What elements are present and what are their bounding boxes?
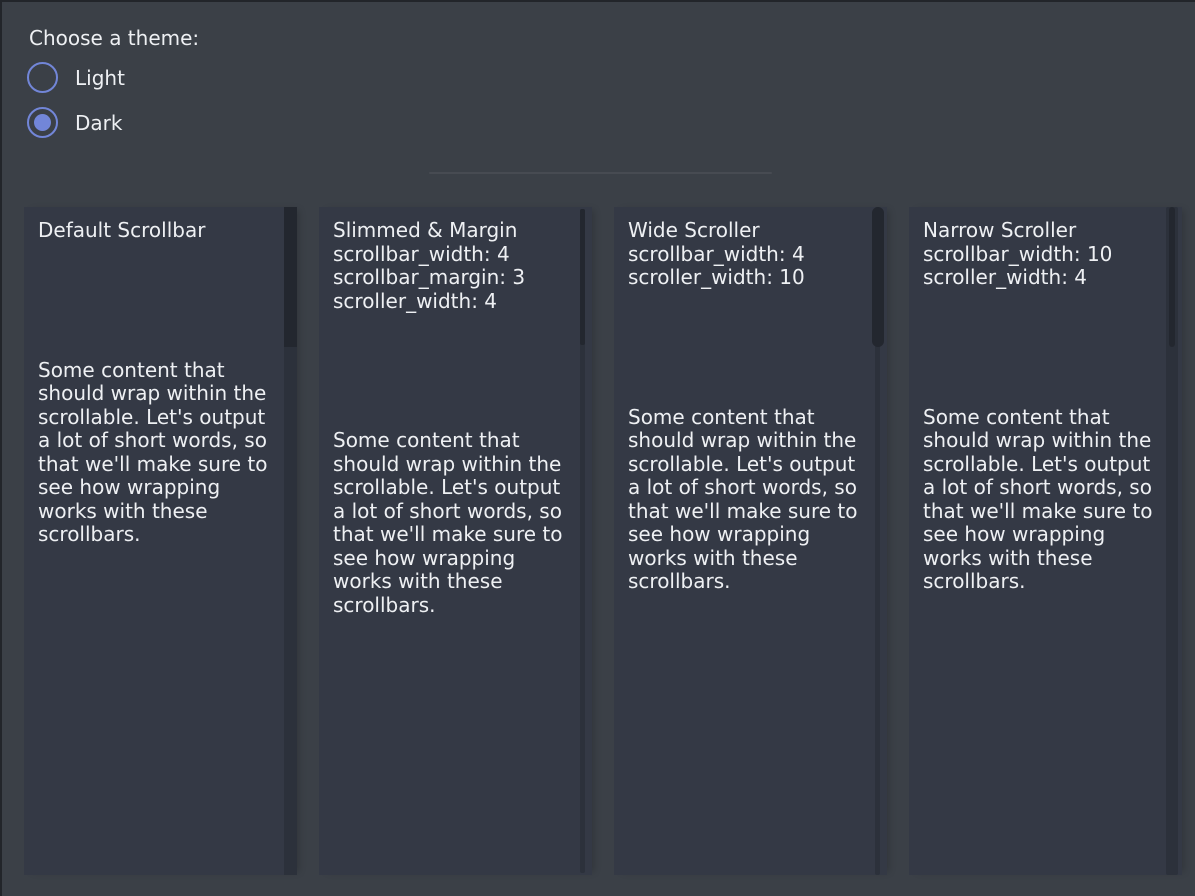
text-line: Some content that	[333, 429, 570, 453]
text-line: that we'll make sure to	[628, 500, 865, 524]
text-line: scrollable. Let's output	[333, 476, 570, 500]
text-line: scrollbar_width: 10	[923, 243, 1160, 267]
text-line: works with these	[628, 547, 865, 571]
text-line: Some content that	[628, 406, 865, 430]
panel-title: Slimmed & Margin	[333, 219, 570, 243]
text-line: see how wrapping	[333, 547, 570, 571]
text-line: that we'll make sure to	[38, 453, 275, 477]
text-line: scrollbar_width: 4	[333, 243, 570, 267]
text-line: a lot of short words, so	[38, 429, 275, 453]
text-line: works with these	[333, 570, 570, 594]
text-line: scroller_width: 10	[628, 266, 865, 290]
panel-content: Some content thatshould wrap within thes…	[923, 406, 1160, 594]
text-line: see how wrapping	[38, 476, 275, 500]
panel-content: Some content thatshould wrap within thes…	[38, 359, 275, 547]
radio-option-light[interactable]: Light	[27, 62, 125, 93]
scrollbar-thumb[interactable]	[872, 207, 884, 347]
text-line: works with these	[38, 500, 275, 524]
text-line: scrollbar_width: 4	[628, 243, 865, 267]
panel-title: Wide Scroller	[628, 219, 865, 243]
panel-title: Default Scrollbar	[38, 219, 275, 243]
text-line: should wrap within the	[38, 382, 275, 406]
panel-content: Some content thatshould wrap within thes…	[333, 429, 570, 617]
text-line: scrollable. Let's output	[628, 453, 865, 477]
radio-light-icon[interactable]	[27, 62, 58, 93]
scrollbar-thumb[interactable]	[1169, 207, 1175, 347]
text-line: scroller_width: 4	[333, 290, 570, 314]
panel-slimmed-margin[interactable]: Slimmed & Margin scrollbar_width: 4scrol…	[319, 207, 592, 875]
text-line: scrollable. Let's output	[38, 406, 275, 430]
radio-light-label: Light	[75, 66, 125, 90]
text-line: should wrap within the	[923, 429, 1160, 453]
panel-narrow-scroller[interactable]: Narrow Scroller scrollbar_width: 10scrol…	[909, 207, 1182, 875]
text-line: scrollbar_margin: 3	[333, 266, 570, 290]
panel-header: Slimmed & Margin scrollbar_width: 4scrol…	[333, 219, 570, 313]
text-line: a lot of short words, so	[628, 476, 865, 500]
text-line: should wrap within the	[333, 453, 570, 477]
text-line: a lot of short words, so	[923, 476, 1160, 500]
text-line: see how wrapping	[628, 523, 865, 547]
theme-chooser-label: Choose a theme:	[29, 26, 199, 50]
text-line: scrollbars.	[628, 570, 865, 594]
scrollbar-thumb[interactable]	[284, 207, 297, 347]
panel-header: Narrow Scroller scrollbar_width: 10scrol…	[923, 219, 1160, 290]
scrollbar-thumb[interactable]	[580, 209, 585, 345]
text-line: scroller_width: 4	[923, 266, 1160, 290]
panel-header: Default Scrollbar	[38, 219, 275, 243]
panel-title: Narrow Scroller	[923, 219, 1160, 243]
radio-dark-icon[interactable]	[27, 107, 58, 138]
text-line: see how wrapping	[923, 523, 1160, 547]
text-line: scrollbars.	[38, 523, 275, 547]
panel-wide-scroller[interactable]: Wide Scroller scrollbar_width: 4scroller…	[614, 207, 887, 875]
text-line: scrollbars.	[333, 594, 570, 618]
text-line: a lot of short words, so	[333, 500, 570, 524]
radio-option-dark[interactable]: Dark	[27, 107, 122, 138]
panel-header: Wide Scroller scrollbar_width: 4scroller…	[628, 219, 865, 290]
text-line: should wrap within the	[628, 429, 865, 453]
app-window: Choose a theme: Light Dark Default Scrol…	[0, 0, 1195, 896]
scrollable-panels-row: Default Scrollbar Some content thatshoul…	[24, 207, 1182, 875]
text-line: scrollable. Let's output	[923, 453, 1160, 477]
text-line: Some content that	[38, 359, 275, 383]
panel-content: Some content thatshould wrap within thes…	[628, 406, 865, 594]
panel-default-scrollbar[interactable]: Default Scrollbar Some content thatshoul…	[24, 207, 297, 875]
radio-dark-label: Dark	[75, 111, 122, 135]
text-line: works with these	[923, 547, 1160, 571]
text-line: scrollbars.	[923, 570, 1160, 594]
text-line: that we'll make sure to	[923, 500, 1160, 524]
text-line: that we'll make sure to	[333, 523, 570, 547]
horizontal-divider	[429, 172, 772, 174]
text-line: Some content that	[923, 406, 1160, 430]
